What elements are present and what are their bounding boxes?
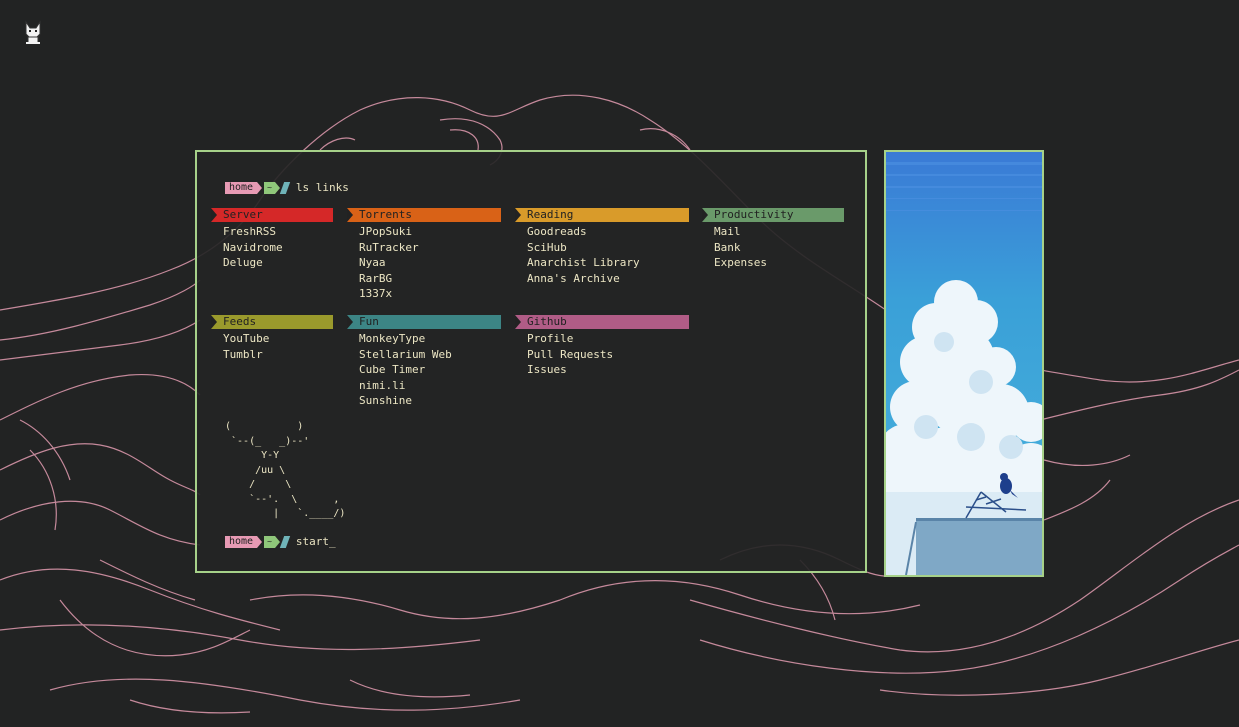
prompt-line-top: home ~ ls links [225, 181, 349, 194]
sky-clouds-crow-illustration [886, 152, 1042, 575]
category-header: Reading [515, 208, 689, 222]
prompt-line-bottom: home ~ start_ [225, 535, 336, 548]
link-navidrome[interactable]: Navidrome [223, 240, 333, 256]
link-stellarium-web[interactable]: Stellarium Web [359, 347, 501, 363]
link-anarchist-library[interactable]: Anarchist Library [527, 255, 689, 271]
link-nimi-li[interactable]: nimi.li [359, 378, 501, 394]
category-header: Fun [347, 315, 501, 329]
link-cube-timer[interactable]: Cube Timer [359, 362, 501, 378]
link-profile[interactable]: Profile [527, 331, 689, 347]
link-goodreads[interactable]: Goodreads [527, 224, 689, 240]
link-annas-archive[interactable]: Anna's Archive [527, 271, 689, 287]
prompt-home-segment: home [225, 181, 263, 194]
category-server: Server FreshRSS Navidrome Deluge [211, 208, 333, 271]
side-illustration-panel [884, 150, 1044, 577]
prompt-dir-segment: ~ [264, 181, 280, 194]
terminal-window: home ~ ls links Server FreshRSS Navidrom… [195, 150, 867, 573]
category-fun: Fun MonkeyType Stellarium Web Cube Timer… [347, 315, 501, 409]
category-header: Server [211, 208, 333, 222]
prompt-command: ls links [295, 181, 349, 194]
link-sunshine[interactable]: Sunshine [359, 393, 501, 409]
category-reading: Reading Goodreads SciHub Anarchist Libra… [515, 208, 689, 286]
link-freshrss[interactable]: FreshRSS [223, 224, 333, 240]
prompt-dir-segment: ~ [264, 535, 280, 548]
category-torrents: Torrents JPopSuki RuTracker Nyaa RarBG 1… [347, 208, 501, 302]
category-productivity: Productivity Mail Bank Expenses [702, 208, 844, 271]
category-header: Github [515, 315, 689, 329]
link-nyaa[interactable]: Nyaa [359, 255, 501, 271]
link-tumblr[interactable]: Tumblr [223, 347, 333, 363]
ascii-art-cat: ( ) `--(_ _)--' Y-Y /uu \ / \ `--'. \ , … [225, 421, 346, 519]
category-github: Github Profile Pull Requests Issues [515, 315, 689, 378]
prompt-home-segment: home [225, 535, 263, 548]
link-jpopsuki[interactable]: JPopSuki [359, 224, 501, 240]
link-deluge[interactable]: Deluge [223, 255, 333, 271]
link-scihub[interactable]: SciHub [527, 240, 689, 256]
prompt-separator [279, 181, 291, 194]
link-expenses[interactable]: Expenses [714, 255, 844, 271]
link-youtube[interactable]: YouTube [223, 331, 333, 347]
link-bank[interactable]: Bank [714, 240, 844, 256]
cat-icon[interactable] [22, 20, 44, 46]
category-header: Productivity [702, 208, 844, 222]
link-rutracker[interactable]: RuTracker [359, 240, 501, 256]
link-rarbg[interactable]: RarBG [359, 271, 501, 287]
category-header: Feeds [211, 315, 333, 329]
link-monkeytype[interactable]: MonkeyType [359, 331, 501, 347]
link-pull-requests[interactable]: Pull Requests [527, 347, 689, 363]
link-issues[interactable]: Issues [527, 362, 689, 378]
link-1337x[interactable]: 1337x [359, 286, 501, 302]
category-header: Torrents [347, 208, 501, 222]
category-feeds: Feeds YouTube Tumblr [211, 315, 333, 362]
link-mail[interactable]: Mail [714, 224, 844, 240]
prompt-separator [279, 535, 291, 548]
prompt-command-input[interactable]: start_ [296, 535, 336, 548]
